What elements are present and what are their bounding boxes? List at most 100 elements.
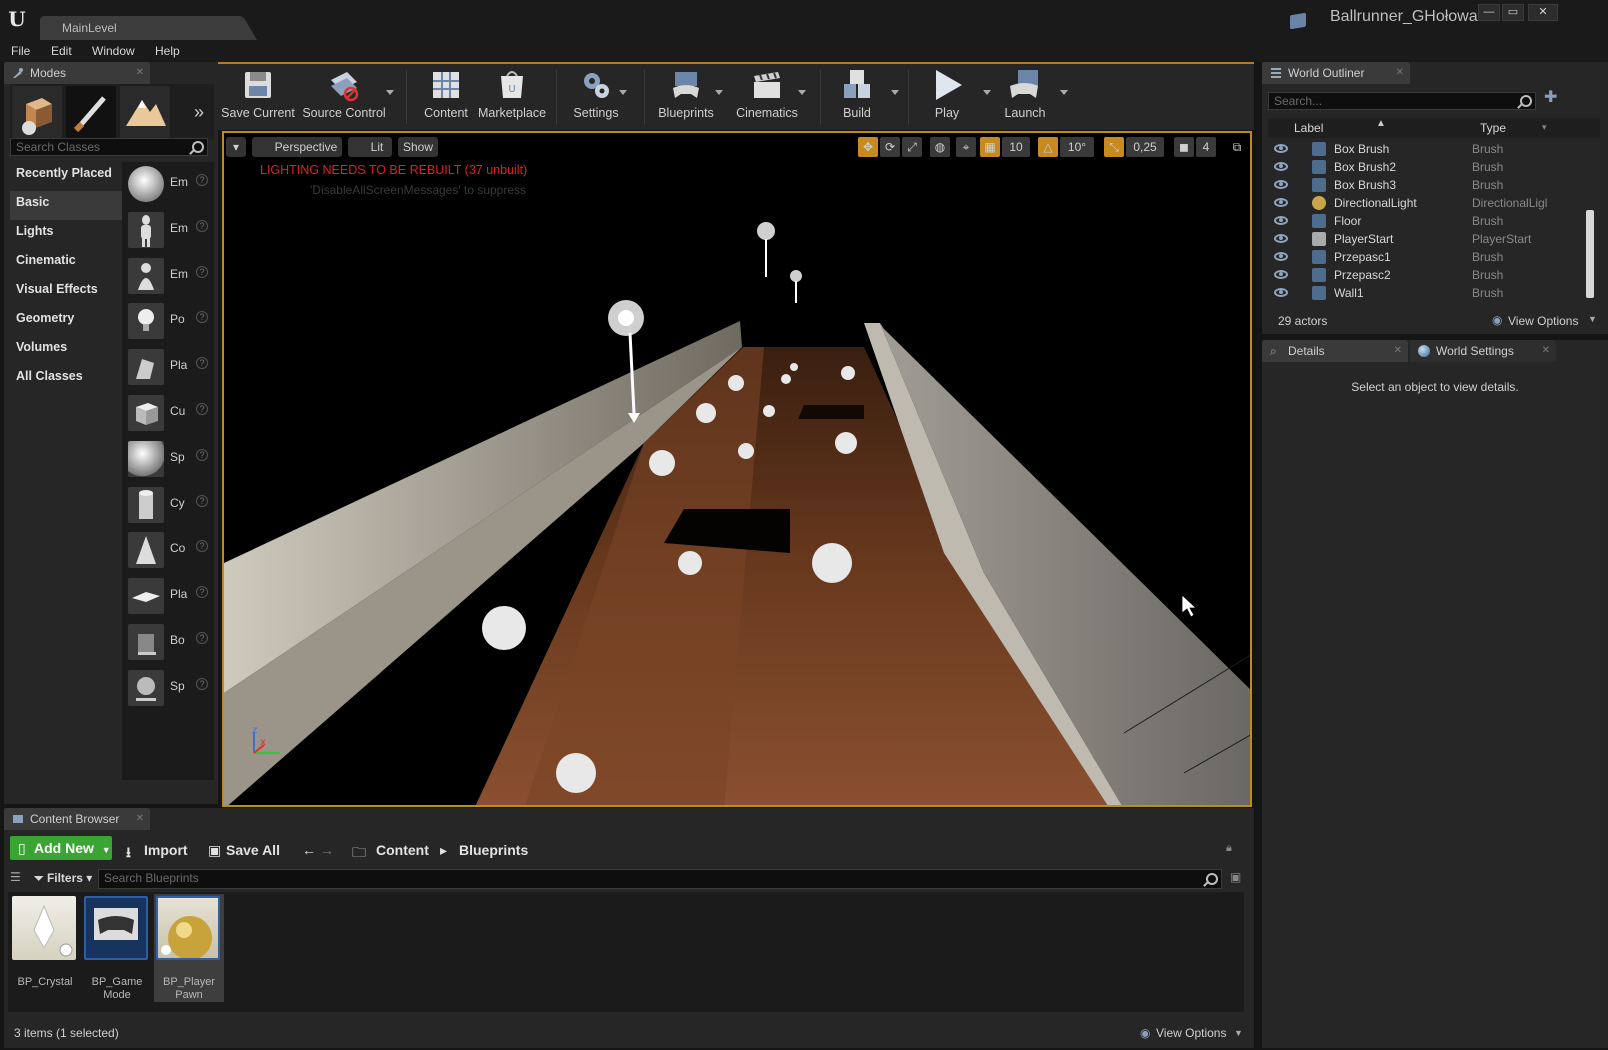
tab-modes[interactable]: Modes ✕ <box>4 62 150 84</box>
help-icon[interactable]: ? <box>196 631 208 644</box>
rotation-snap-icon[interactable]: △ <box>1038 137 1058 157</box>
column-type[interactable]: Type <box>1480 121 1506 135</box>
tab-world-settings[interactable]: World Settings ✕ <box>1410 340 1556 362</box>
list-item[interactable]: Em? <box>122 208 214 254</box>
list-item[interactable]: Sp? <box>122 666 214 712</box>
outliner-search-input[interactable]: Search... <box>1268 92 1536 110</box>
help-icon[interactable]: ? <box>196 357 208 370</box>
menu-file[interactable]: File <box>11 44 30 58</box>
category-recently-placed[interactable]: Recently Placed <box>10 162 122 191</box>
filters-button[interactable]: ⏷ Filters ▾ <box>34 871 92 886</box>
table-row[interactable]: Box Brush Brush <box>1268 140 1600 158</box>
scale-icon[interactable]: ⤢ <box>902 137 922 157</box>
visibility-eye-icon[interactable] <box>1274 180 1288 189</box>
translate-icon[interactable]: ✥ <box>858 137 878 157</box>
table-row[interactable]: Wall1 Brush <box>1268 284 1600 302</box>
help-icon[interactable]: ? <box>196 402 208 415</box>
visibility-eye-icon[interactable] <box>1274 234 1288 243</box>
help-icon[interactable]: ? <box>196 448 208 461</box>
help-icon[interactable]: ? <box>196 174 208 186</box>
visibility-eye-icon[interactable] <box>1274 270 1288 279</box>
save-current-button[interactable]: Save Current <box>220 64 296 130</box>
table-row[interactable]: Przepasc1 Brush <box>1268 248 1600 266</box>
help-icon[interactable]: ? <box>196 540 208 553</box>
minimize-button[interactable]: — <box>1478 4 1500 21</box>
level-viewport[interactable]: z x ▾ Perspective Lit Show LIGHTING NEED… <box>222 131 1252 807</box>
forward-arrow-icon[interactable]: → <box>320 842 334 858</box>
visibility-eye-icon[interactable] <box>1274 252 1288 261</box>
sources-toggle-icon[interactable]: ☰ <box>10 870 21 884</box>
maximize-viewport-icon[interactable]: ⧉ <box>1228 137 1246 157</box>
help-icon[interactable]: ? <box>196 586 208 599</box>
help-icon[interactable]: ? <box>196 265 208 278</box>
build-dropdown-icon[interactable] <box>891 90 899 95</box>
rotate-icon[interactable]: ⟳ <box>880 137 900 157</box>
table-row[interactable]: Floor Brush <box>1268 212 1600 230</box>
import-button[interactable]: Import <box>144 842 188 858</box>
blueprints-button[interactable]: Blueprints <box>650 64 722 130</box>
asset-tile[interactable]: BP_Game Mode <box>82 894 152 1002</box>
search-blueprints-input[interactable]: Search Blueprints <box>98 869 1222 889</box>
camera-speed-value[interactable]: 4 <box>1196 137 1216 157</box>
table-row[interactable]: Box Brush2 Brush <box>1268 158 1600 176</box>
save-search-icon[interactable]: ▣ <box>1230 870 1241 884</box>
help-icon[interactable]: ? <box>196 311 208 324</box>
grid-snap-icon[interactable]: ▦ <box>980 137 1000 157</box>
add-new-button[interactable]: ▯ Add New ▼ <box>10 836 112 860</box>
breadcrumb-blueprints[interactable]: Blueprints <box>459 842 528 858</box>
category-geometry[interactable]: Geometry <box>10 307 122 336</box>
table-row[interactable]: PlayerStart PlayerStart <box>1268 230 1600 248</box>
list-item[interactable]: Sp? <box>122 437 214 483</box>
launch-button[interactable]: Launch <box>996 64 1054 130</box>
rotation-snap-value[interactable]: 10° <box>1060 137 1094 157</box>
menu-help[interactable]: Help <box>155 44 180 58</box>
back-arrow-icon[interactable]: ← <box>302 842 316 858</box>
outliner-scrollbar[interactable] <box>1586 210 1594 298</box>
visibility-eye-icon[interactable] <box>1274 216 1288 225</box>
play-button[interactable]: Play <box>916 64 978 130</box>
list-item[interactable]: Bo? <box>122 620 214 666</box>
close-icon[interactable]: ✕ <box>136 808 144 830</box>
view-options-button[interactable]: View Options <box>1508 314 1578 328</box>
source-control-dropdown-icon[interactable] <box>386 90 394 95</box>
scale-snap-value[interactable]: 0,25 <box>1126 137 1164 157</box>
list-item[interactable]: Cu? <box>122 391 214 437</box>
landscape-mode-button[interactable] <box>120 86 170 138</box>
list-item[interactable]: Cy? <box>122 483 214 529</box>
help-icon[interactable]: ? <box>196 219 208 232</box>
category-cinematic[interactable]: Cinematic <box>10 249 122 278</box>
scale-snap-icon[interactable]: ⤡ <box>1104 137 1124 157</box>
close-icon[interactable]: ✕ <box>136 62 144 84</box>
show-button[interactable]: Show <box>398 137 438 157</box>
list-item[interactable]: Co? <box>122 528 214 574</box>
tab-content-browser[interactable]: Content Browser ✕ <box>4 808 150 830</box>
visibility-eye-icon[interactable] <box>1274 144 1288 153</box>
visibility-eye-icon[interactable] <box>1274 162 1288 171</box>
asset-tile[interactable]: BP_Crystal <box>10 894 80 1002</box>
expand-modes-icon[interactable]: » <box>194 102 204 123</box>
launch-dropdown-icon[interactable] <box>1060 90 1068 95</box>
list-item[interactable]: Pla? <box>122 574 214 620</box>
visibility-eye-icon[interactable] <box>1274 198 1288 207</box>
view-options-button[interactable]: View Options <box>1156 1026 1226 1040</box>
perspective-button[interactable]: Perspective <box>252 137 342 157</box>
category-lights[interactable]: Lights <box>10 220 122 249</box>
help-icon[interactable]: ? <box>196 677 208 690</box>
viewport-options-button[interactable]: ▾ <box>226 137 246 157</box>
lock-icon[interactable]: 🔒︎ <box>1226 842 1232 855</box>
close-icon[interactable]: ✕ <box>1394 340 1402 362</box>
level-tab[interactable]: MainLevel <box>40 16 240 40</box>
list-item[interactable]: Pla? <box>122 345 214 391</box>
table-row[interactable]: DirectionalLight DirectionalLigl <box>1268 194 1600 212</box>
marketplace-button[interactable]: U Marketplace <box>474 64 550 130</box>
paint-mode-button[interactable] <box>66 86 116 138</box>
close-icon[interactable]: ✕ <box>1542 340 1550 362</box>
camera-speed-icon[interactable]: ◼ <box>1174 137 1194 157</box>
maximize-button[interactable]: ▭ <box>1502 4 1524 21</box>
category-volumes[interactable]: Volumes <box>10 336 122 365</box>
breadcrumb-content[interactable]: Content <box>376 842 429 858</box>
close-icon[interactable]: ✕ <box>1396 62 1404 84</box>
menu-edit[interactable]: Edit <box>51 44 72 58</box>
help-icon[interactable]: ? <box>196 494 208 507</box>
asset-tile[interactable]: BP_Player Pawn <box>154 894 224 1002</box>
